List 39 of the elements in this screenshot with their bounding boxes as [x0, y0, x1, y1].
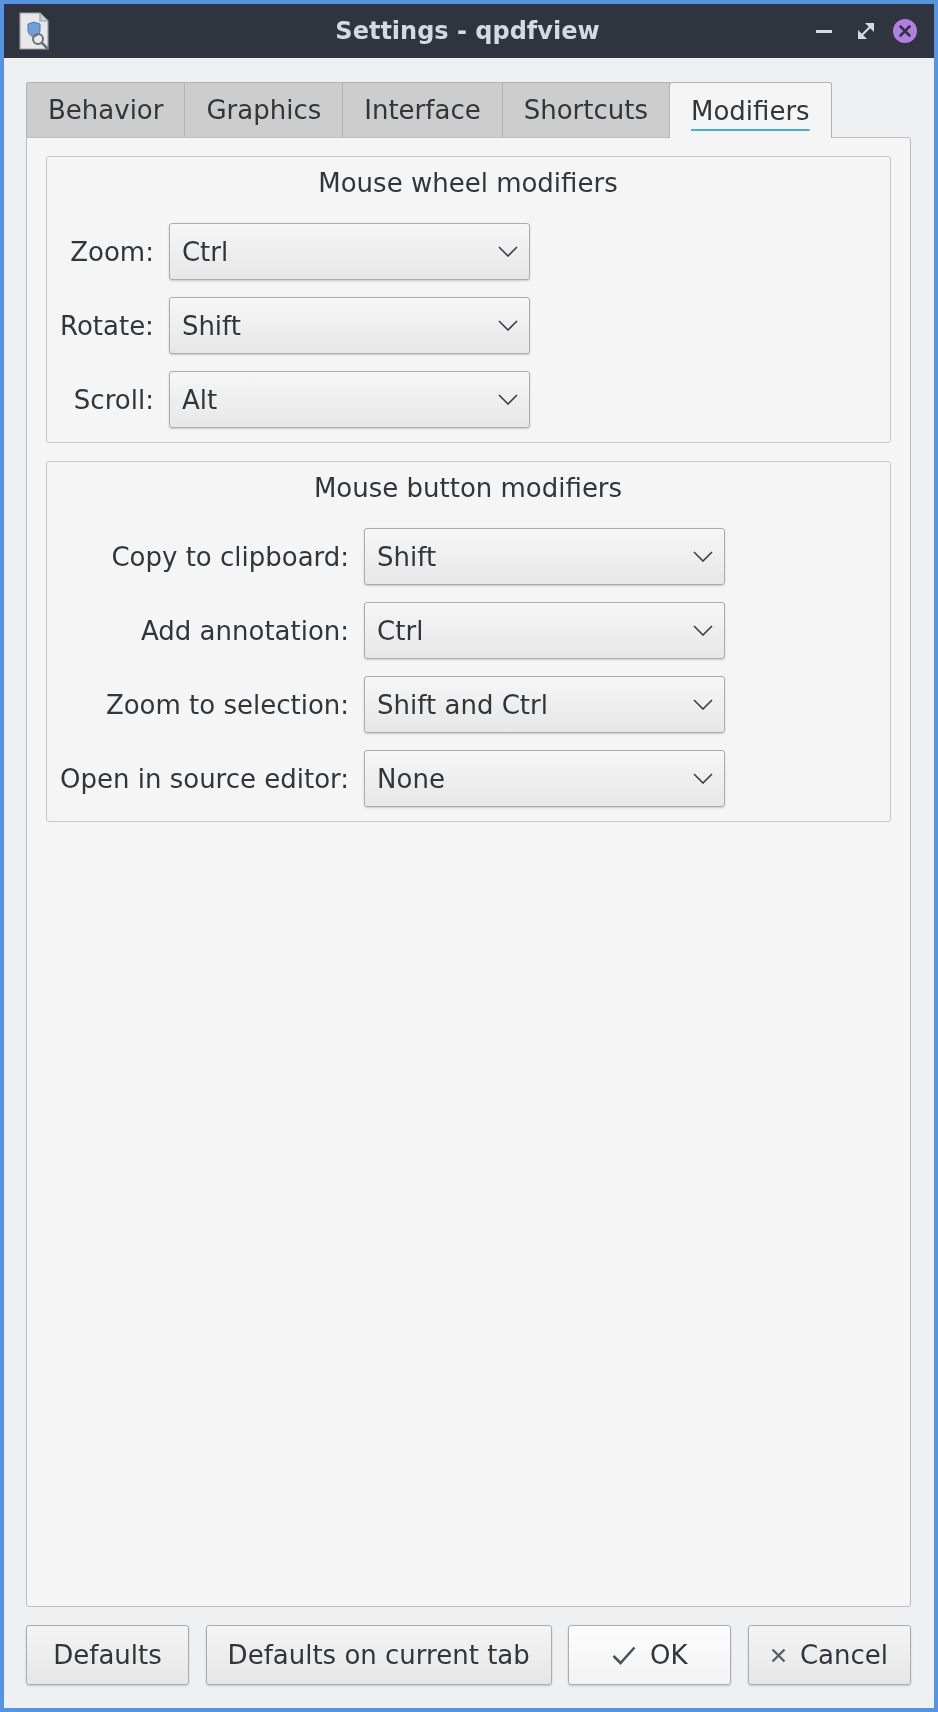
field-label: Zoom to selection:: [104, 689, 350, 720]
maximize-icon[interactable]: [858, 23, 874, 39]
dropdown[interactable]: Ctrl: [364, 602, 726, 659]
field-label: Add annotation:: [140, 615, 350, 646]
chevron-down-icon: [497, 320, 518, 331]
reset-button[interactable]: Defaults: [26, 1625, 189, 1685]
group-title: Mouse button modifiers: [312, 473, 624, 503]
chevron-down-icon: [693, 699, 714, 710]
dropdown[interactable]: Shift: [364, 528, 726, 585]
reset-button[interactable]: Defaults on current tab: [205, 1625, 552, 1685]
field-label: Scroll:: [72, 384, 154, 415]
tab[interactable]: Shortcuts: [501, 82, 670, 137]
chevron-down-icon: [497, 394, 518, 405]
chevron-down-icon: [693, 773, 714, 784]
close-icon[interactable]: [893, 19, 917, 43]
field-label: Open in source editor:: [60, 763, 350, 794]
cancel-button[interactable]: Cancel: [748, 1625, 911, 1685]
checkmark-icon: [612, 1645, 637, 1665]
field-label: Rotate:: [60, 310, 154, 341]
dropdown[interactable]: Alt: [168, 371, 530, 428]
chevron-down-icon: [693, 551, 714, 562]
field-label: Copy to clipboard:: [110, 541, 350, 572]
dropdown[interactable]: None: [364, 750, 726, 807]
dropdown[interactable]: Ctrl: [168, 223, 530, 280]
window-title: Settings - qpdfview: [335, 17, 600, 45]
tab[interactable]: Behavior: [26, 82, 186, 137]
cross-icon: [770, 1647, 786, 1663]
ok-button[interactable]: OK: [568, 1625, 732, 1685]
field-label: Zoom:: [69, 236, 154, 267]
group-title: Mouse wheel modifiers: [317, 168, 619, 198]
chevron-down-icon: [497, 246, 518, 257]
tab[interactable]: Modifiers: [669, 82, 832, 138]
tab[interactable]: Graphics: [184, 82, 344, 137]
tab[interactable]: Interface: [342, 82, 503, 137]
dropdown[interactable]: Shift and Ctrl: [364, 676, 726, 733]
document-icon: [18, 12, 50, 50]
minimize-icon[interactable]: [816, 29, 832, 33]
dropdown[interactable]: Shift: [168, 297, 530, 354]
chevron-down-icon: [693, 625, 714, 636]
